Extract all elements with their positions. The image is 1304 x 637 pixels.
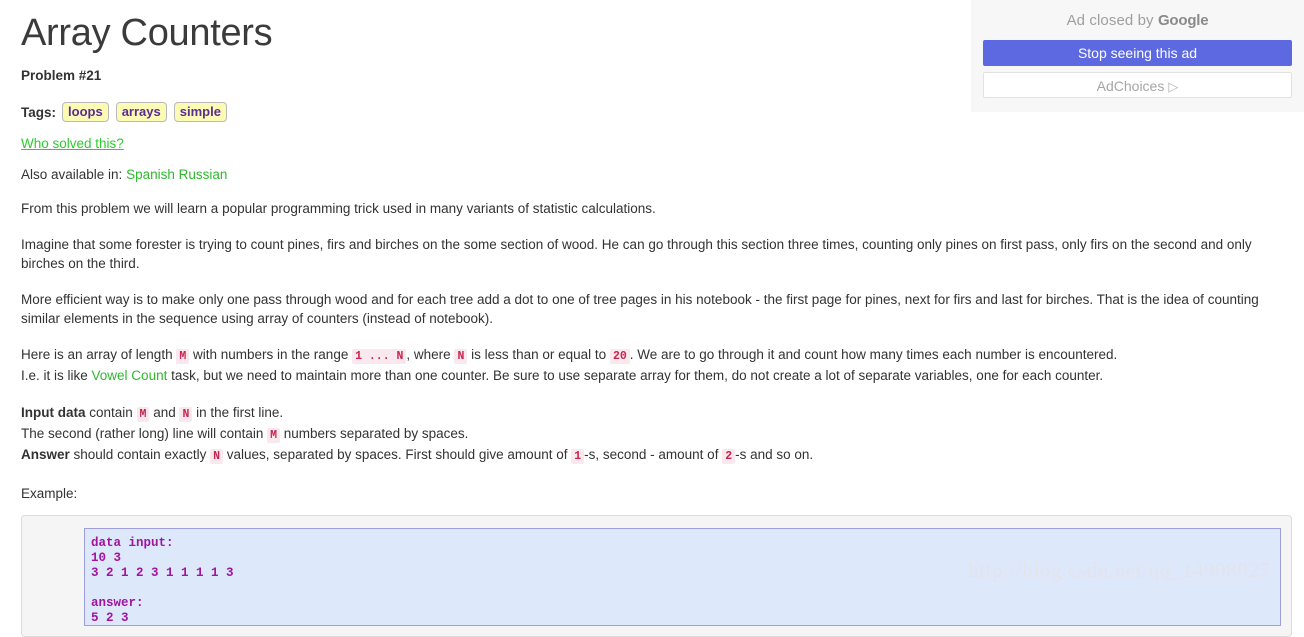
text-frag: Here is an array of length — [21, 347, 177, 362]
text-frag: . We are to go through it and count how … — [629, 347, 1118, 362]
tag-arrays[interactable]: arrays — [115, 102, 167, 122]
language-link-spanish[interactable]: Spanish — [126, 167, 175, 182]
answer-label: Answer — [21, 447, 70, 462]
vowel-count-link[interactable]: Vowel Count — [92, 368, 168, 383]
text-frag: in the first line. — [192, 405, 284, 420]
text-frag: is less than or equal to — [467, 347, 610, 362]
answer-line-spec: Answer should contain exactly N values, … — [21, 445, 1290, 466]
code-N: N — [454, 349, 468, 364]
example-code-block: data input: 10 3 3 2 1 2 3 1 1 1 1 3 ans… — [84, 528, 1281, 626]
input-data-line: Input data contain M and N in the first … — [21, 403, 1290, 424]
text-frag: , where — [406, 347, 455, 362]
also-available-row: Also available in: Spanish Russian — [21, 167, 1290, 182]
tag-loops[interactable]: loops — [62, 102, 109, 122]
code-2: 2 — [722, 449, 736, 464]
text-frag: The second (rather long) line will conta… — [21, 426, 268, 441]
text-frag: I.e. it is like — [21, 368, 92, 383]
io-specification: Input data contain M and N in the first … — [21, 403, 1290, 466]
text-frag: numbers separated by spaces. — [280, 426, 469, 441]
text-frag: -s and so on. — [735, 447, 814, 462]
language-link-russian[interactable]: Russian — [179, 167, 228, 182]
code-M: M — [176, 349, 190, 364]
code-20: 20 — [609, 349, 630, 364]
paragraph-array-definition: Here is an array of length M with number… — [21, 345, 1271, 385]
text-frag: should contain exactly — [69, 447, 211, 462]
problem-content: Array Counters Problem #21 Tags: loops a… — [0, 0, 1292, 637]
page-title: Array Counters — [21, 12, 273, 54]
paragraph-forester: Imagine that some forester is trying to … — [21, 237, 1252, 271]
also-available-label: Also available in: — [21, 167, 123, 182]
who-solved-this-link[interactable]: Who solved this? — [21, 136, 124, 151]
paragraph-intro: From this problem we will learn a popula… — [21, 201, 656, 216]
code-range: 1 ... N — [352, 349, 407, 364]
text-frag: and — [149, 405, 180, 420]
text-frag: with numbers in the range — [189, 347, 353, 362]
text-frag: contain — [85, 405, 137, 420]
tags-row: Tags: loops arrays simple — [21, 102, 1290, 122]
code-N: N — [210, 449, 224, 464]
input-data-label: Input data — [21, 405, 86, 420]
code-M: M — [136, 407, 150, 422]
example-label: Example: — [21, 486, 78, 501]
paragraph-efficient-way: More efficient way is to make only one p… — [21, 292, 1259, 326]
second-line-spec: The second (rather long) line will conta… — [21, 424, 1290, 445]
problem-number: Problem #21 — [21, 68, 102, 83]
text-frag: values, separated by spaces. First shoul… — [223, 447, 572, 462]
text-frag: task, but we need to maintain more than … — [167, 368, 1104, 383]
text-frag: -s, second - amount of — [584, 447, 723, 462]
example-container: data input: 10 3 3 2 1 2 3 1 1 1 1 3 ans… — [21, 515, 1292, 637]
tags-label: Tags: — [21, 104, 57, 120]
code-M: M — [267, 428, 281, 443]
code-N: N — [179, 407, 193, 422]
tag-simple[interactable]: simple — [173, 102, 227, 122]
code-1: 1 — [571, 449, 585, 464]
